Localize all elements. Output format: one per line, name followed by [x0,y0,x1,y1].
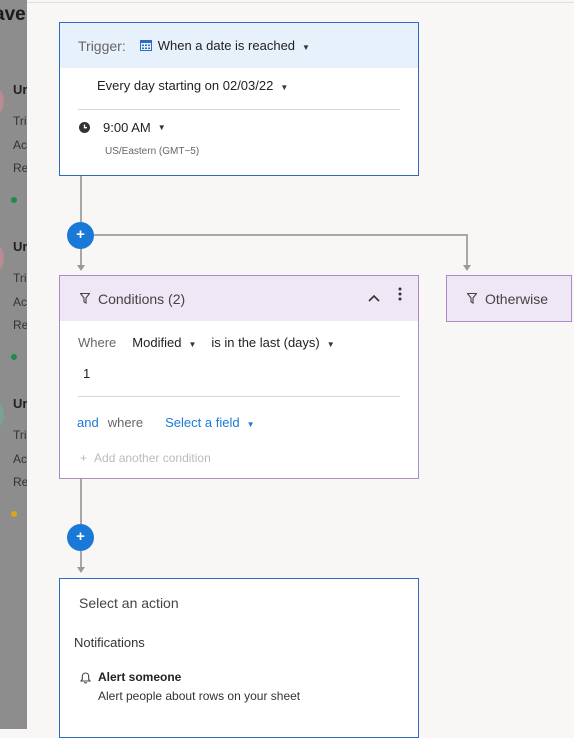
avatar [0,245,4,271]
notifications-heading: Notifications [74,635,145,650]
caret-down-icon: ▼ [188,340,197,349]
trigger-label: Trigger: [78,37,126,54]
workflow-line: Tri [13,114,27,128]
conditions-title: Conditions (2) [98,290,186,307]
time-dropdown[interactable]: 9:00 AM ▼ [79,120,166,135]
conditions-header: Conditions (2) [60,276,418,321]
chevron-up-icon[interactable] [368,289,380,305]
caret-down-icon: ▼ [326,340,335,349]
workflow-line: Re [13,475,27,489]
and-where-row: and where Select a field ▼ [77,415,254,430]
field-label: Modified [132,335,182,350]
condition-row: Where Modified ▼ is in the last (days) ▼ [78,335,335,350]
more-options-icon[interactable] [395,287,405,305]
field-dropdown[interactable]: Modified ▼ [132,335,196,350]
schedule-dropdown[interactable]: Every day starting on 02/03/22 ▼ [97,78,288,93]
caret-down-icon: ▼ [280,83,289,92]
schedule-label: Every day starting on 02/03/22 [97,78,274,93]
add-step-button[interactable]: + [67,222,94,249]
flow-connector [80,479,82,526]
alert-someone-description: Alert people about rows on your sheet [98,689,301,703]
where-label: Where [78,335,117,350]
flow-connector [466,234,468,265]
operator-dropdown[interactable]: is in the last (days) ▼ [211,335,334,350]
trigger-header: Trigger: When a date is reached ▼ [60,23,418,68]
alert-someone-option[interactable]: Alert someone [98,670,181,684]
status-dot [11,511,17,517]
background-panel-title: ave [0,4,26,25]
caret-down-icon: ▼ [157,123,166,132]
workflow-line: Tri [13,271,27,285]
arrow-down-icon [77,265,85,271]
flow-connector [80,176,82,224]
divider [78,109,400,110]
avatar [0,88,4,114]
timezone-label: US/Eastern (GMT−5) [105,146,200,157]
filter-icon [79,291,91,307]
action-title: Select an action [79,595,179,611]
plus-icon: + [80,451,88,465]
condition-value-input[interactable]: 1 [83,366,90,381]
flow-connector [94,234,468,236]
flow-connector [80,249,82,265]
arrow-down-icon [463,265,471,271]
workflow-line: Ac [13,295,27,309]
add-condition-button[interactable]: + Add another condition [80,451,211,465]
workflow-line: Re [13,161,27,175]
otherwise-block[interactable]: Otherwise [446,275,572,322]
top-divider [27,2,574,3]
bell-icon [79,671,92,689]
workflow-line: Ac [13,452,27,466]
where-label: where [107,415,144,430]
and-toggle[interactable]: and [77,415,99,430]
time-label: 9:00 AM [103,120,151,135]
workflow-line: Tri [13,428,27,442]
divider [78,396,400,397]
select-field-dropdown[interactable]: Select a field ▼ [165,415,254,430]
operator-label: is in the last (days) [211,335,320,350]
workflow-line: Ac [13,138,27,152]
conditions-block[interactable]: Conditions (2) Where Modified ▼ is in the… [59,275,419,479]
action-block[interactable]: Select an action Notifications Alert som… [59,578,419,738]
workflow-line: Re [13,318,27,332]
trigger-block[interactable]: Trigger: When a date is reached ▼ Every d… [59,22,419,176]
caret-down-icon: ▼ [302,43,310,52]
workflow-heading: Ur [13,82,27,97]
otherwise-label: Otherwise [485,290,549,307]
caret-down-icon: ▼ [246,420,255,429]
status-dot [11,197,17,203]
trigger-type-dropdown[interactable]: When a date is reached ▼ [158,38,310,53]
calendar-icon [139,38,152,54]
select-field-label: Select a field [165,415,240,430]
avatar [0,402,4,428]
workflow-heading: Ur [13,239,27,254]
trigger-type-label: When a date is reached [157,38,296,53]
add-step-button[interactable]: + [67,524,94,551]
background-sheet-panel: ave Ur Tri Ac Re Ur Tri Ac Re Ur Tri Ac … [0,0,27,729]
clock-icon [79,122,90,133]
flow-connector [80,551,82,567]
status-dot [11,354,17,360]
workflow-heading: Ur [13,396,27,411]
filter-icon [466,291,478,307]
arrow-down-icon [77,567,85,573]
add-condition-label: Add another condition [94,451,211,465]
